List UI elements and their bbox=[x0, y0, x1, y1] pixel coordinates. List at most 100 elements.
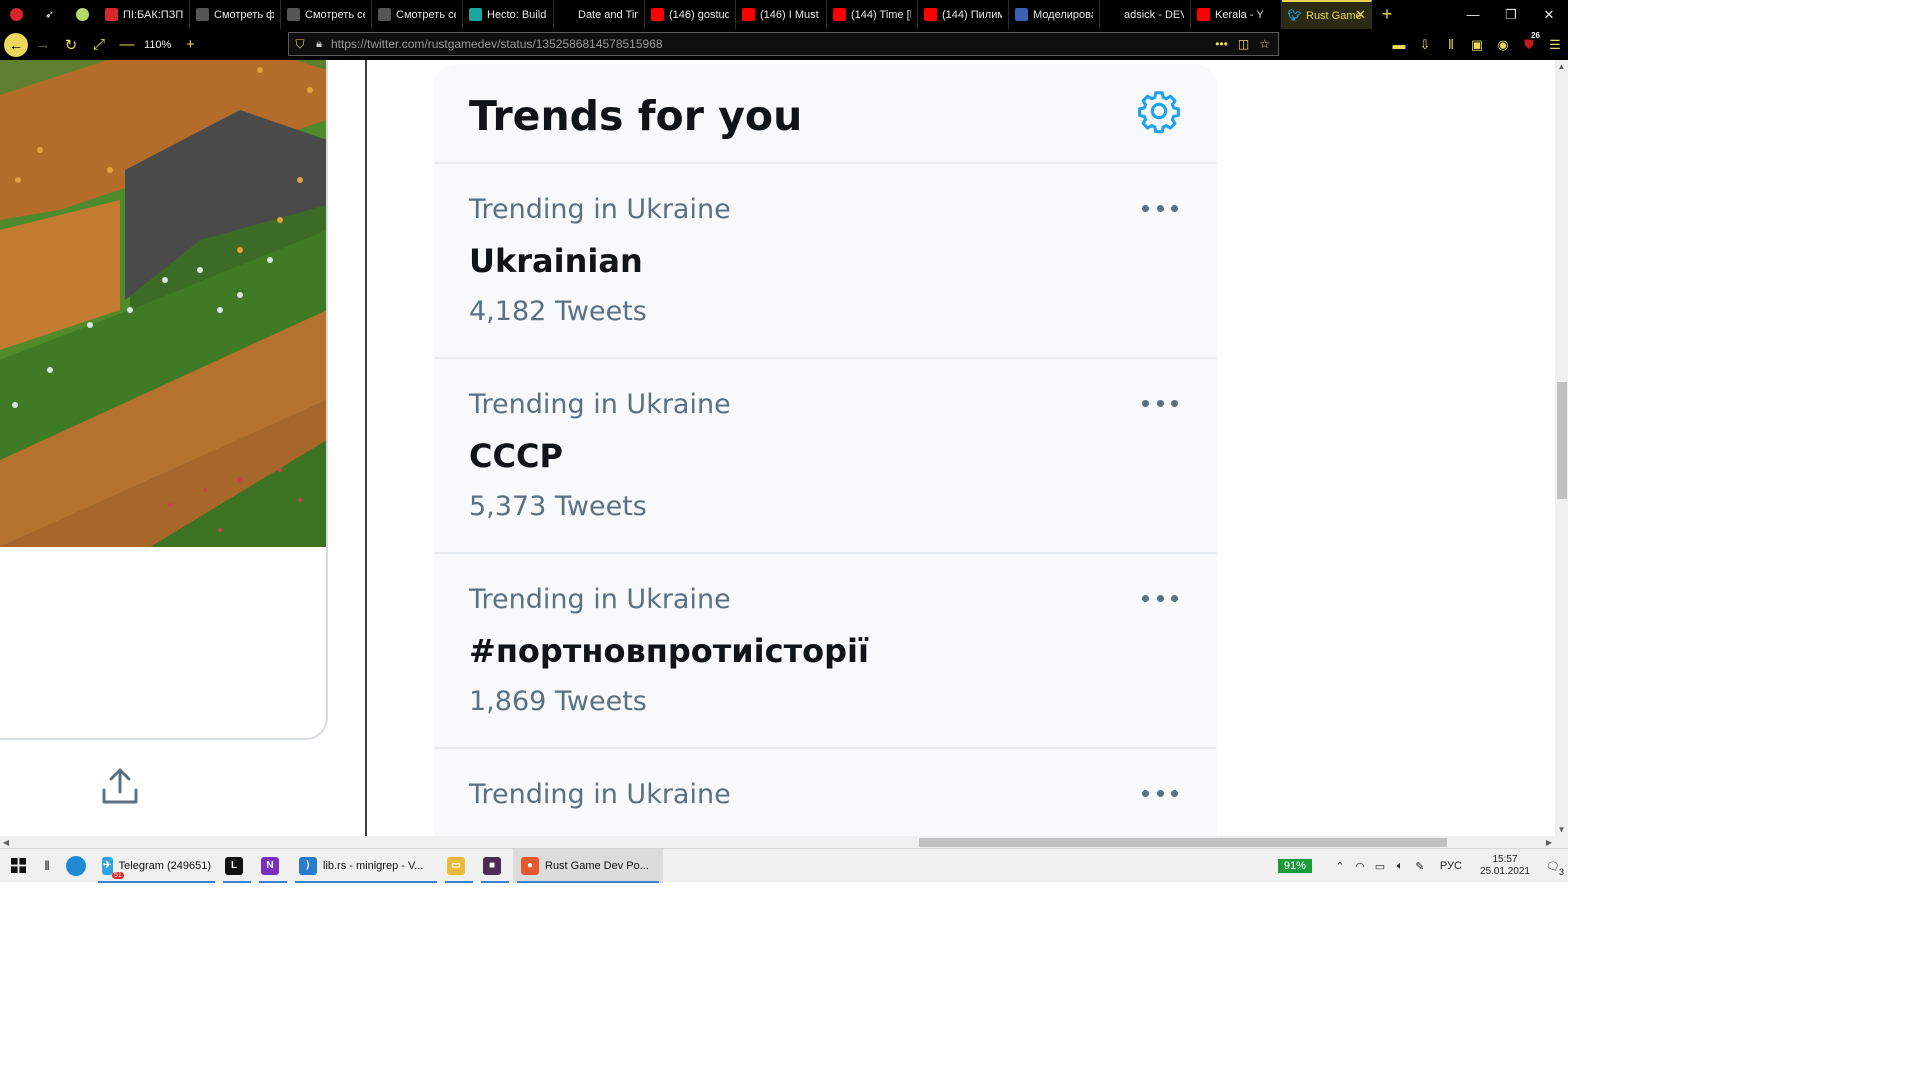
trends-title: Trends for you bbox=[469, 92, 803, 140]
horizontal-scrollbar[interactable]: ◀ ▶ bbox=[0, 836, 1568, 848]
taskbar-app[interactable]: ● Rust Game Dev Po... bbox=[513, 848, 663, 883]
pocket-icon[interactable]: ◫ bbox=[1238, 37, 1249, 51]
downloads-icon[interactable]: ⇩ bbox=[1412, 37, 1438, 53]
pinned-extension-icon[interactable]: ▬ bbox=[1386, 37, 1412, 52]
share-button[interactable] bbox=[100, 766, 140, 806]
browser-tab[interactable]: Смотреть се bbox=[281, 0, 372, 29]
taskbar-app[interactable]: ⟩ lib.rs - minigrep - V... bbox=[291, 849, 441, 883]
bookmark-star-icon[interactable]: ☆ bbox=[1259, 37, 1270, 51]
arrow-right-icon: → bbox=[35, 36, 51, 53]
browser-tab[interactable]: Моделирова bbox=[1009, 0, 1100, 29]
taskbar-app[interactable]: ✈ 51 Telegram (249651) bbox=[94, 849, 219, 883]
zoom-level[interactable]: 110% bbox=[140, 39, 175, 51]
more-options-icon[interactable] bbox=[1142, 397, 1178, 409]
address-bar[interactable]: ⛉ 🔒︎ https://twitter.com/rustgamedev/sta… bbox=[288, 32, 1279, 56]
menu-icon[interactable]: ☰ bbox=[1542, 37, 1568, 53]
trend-item[interactable]: Trending in Ukraine СССР 5,373 Tweets bbox=[434, 359, 1217, 554]
window-controls: — ❐ ✕ bbox=[1454, 0, 1568, 29]
clock-date: 25.01.2021 bbox=[1479, 866, 1530, 877]
tab-label: (144) Time [F bbox=[851, 8, 911, 21]
youtube-icon bbox=[742, 8, 755, 21]
library-icon[interactable]: ⫴ bbox=[1438, 37, 1464, 53]
pinned-tab-opera[interactable] bbox=[0, 0, 33, 29]
vertical-scrollbar[interactable]: ▲ ▼ bbox=[1555, 60, 1568, 836]
browser-tab[interactable]: Смотреть ф bbox=[190, 0, 281, 29]
browser-tab[interactable]: Kerala - Y bbox=[1191, 0, 1282, 29]
scroll-right-icon[interactable]: ▶ bbox=[1543, 836, 1555, 848]
ublock-icon[interactable]: ⛊ 26 bbox=[1516, 30, 1542, 53]
browser-tab[interactable]: (146) I Must bbox=[736, 0, 827, 29]
close-window-button[interactable]: ✕ bbox=[1530, 0, 1568, 29]
browser-tab[interactable]: ПІ:БАК:ПЗП bbox=[99, 0, 190, 29]
more-options-icon[interactable] bbox=[1142, 787, 1178, 799]
lock-icon[interactable]: 🔒︎ bbox=[311, 38, 327, 51]
tray-expand-icon[interactable]: ⌃ bbox=[1330, 860, 1350, 873]
browser-tab[interactable]: (144) Time [F bbox=[827, 0, 918, 29]
taskbar-app[interactable]: L bbox=[219, 849, 255, 883]
trend-item[interactable]: Trending in Ukraine #портновпротиісторії 1… bbox=[434, 554, 1217, 749]
url-text[interactable]: https://twitter.com/rustgamedev/status/1… bbox=[327, 37, 1215, 51]
zoom-out-button[interactable]: — bbox=[114, 32, 140, 58]
notification-center-icon[interactable]: 🗨︎ 3 bbox=[1538, 860, 1568, 877]
tab-label: Смотреть се bbox=[396, 8, 456, 21]
url-actions: ••• ◫ ☆ bbox=[1215, 37, 1278, 51]
taskbar-app[interactable]: N bbox=[255, 849, 291, 883]
trend-item[interactable]: Trending in Ukraine Ukrainian 4,182 Tweets bbox=[434, 164, 1217, 359]
browser-tab[interactable]: Date and Time D bbox=[554, 0, 645, 29]
more-options-icon[interactable] bbox=[1142, 202, 1178, 214]
minimize-button[interactable]: — bbox=[1454, 0, 1492, 29]
forward-button[interactable]: → bbox=[30, 32, 56, 58]
fullscreen-button[interactable]: ⤢ bbox=[86, 32, 112, 58]
scroll-left-icon[interactable]: ◀ bbox=[0, 836, 12, 848]
trend-list: Trending in Ukraine Ukrainian 4,182 Tweets… bbox=[434, 164, 1217, 836]
zoom-in-button[interactable]: + bbox=[177, 32, 203, 58]
language-indicator[interactable]: РУС bbox=[1440, 860, 1462, 872]
browser-tab[interactable]: adsick - DEV bbox=[1100, 0, 1191, 29]
tab-active[interactable]: 🐦︎ Rust Game Dev ✕ bbox=[1282, 0, 1372, 29]
restore-button[interactable]: ❐ bbox=[1492, 0, 1530, 29]
reload-button[interactable]: ↻ bbox=[58, 32, 84, 58]
pen-icon[interactable]: ✎ bbox=[1410, 860, 1430, 873]
app-icon: ⟩ bbox=[299, 856, 317, 875]
trends-header: Trends for you bbox=[434, 64, 1217, 164]
page-viewport: Trends for you Trending in Ukraine Ukrain… bbox=[0, 60, 1555, 836]
battery-widget[interactable]: 91% bbox=[1277, 859, 1312, 873]
tracking-shield-icon[interactable]: ⛉ bbox=[289, 37, 311, 52]
browser-tab[interactable]: (146) gostud bbox=[645, 0, 736, 29]
more-actions-icon[interactable]: ••• bbox=[1215, 37, 1228, 51]
app-badge: 51 bbox=[112, 871, 124, 879]
start-button[interactable] bbox=[0, 849, 36, 883]
browser-tab[interactable]: Смотреть се bbox=[372, 0, 463, 29]
pinned-tab-media[interactable]: ➶ bbox=[33, 0, 66, 29]
trend-context: Trending in Ukraine bbox=[469, 194, 731, 225]
settings-gear-icon[interactable] bbox=[1136, 88, 1182, 134]
scroll-down-icon[interactable]: ▼ bbox=[1555, 823, 1568, 836]
account-icon[interactable]: ◉ bbox=[1490, 37, 1516, 53]
pinned-tab-android[interactable] bbox=[66, 0, 99, 29]
tab-list: ПІ:БАК:ПЗП Смотреть ф Смотреть се Смотреть … bbox=[99, 0, 1282, 29]
scroll-up-icon[interactable]: ▲ bbox=[1555, 60, 1568, 73]
vertical-scroll-thumb[interactable] bbox=[1557, 382, 1567, 499]
task-view-button[interactable]: ‖ bbox=[36, 849, 58, 883]
trend-name: #портновпротиісторії bbox=[469, 632, 869, 670]
horizontal-scroll-thumb[interactable] bbox=[919, 838, 1447, 847]
edge-button[interactable] bbox=[58, 849, 94, 883]
sidebar-icon[interactable]: ▣ bbox=[1464, 37, 1490, 53]
network-icon[interactable]: ◠ bbox=[1350, 860, 1370, 873]
trend-item[interactable]: Trending in Ukraine bbox=[434, 749, 1217, 836]
youtube-icon bbox=[924, 8, 937, 21]
app-icon: L bbox=[225, 856, 243, 875]
taskbar-app[interactable]: ▭ bbox=[441, 849, 477, 883]
clock[interactable]: 15:57 25.01.2021 bbox=[1480, 854, 1530, 878]
tab-label: (146) gostud bbox=[669, 8, 729, 21]
hd-icon bbox=[378, 8, 391, 21]
back-button[interactable]: ← bbox=[4, 32, 28, 57]
battery-icon[interactable]: ▭ bbox=[1370, 860, 1390, 873]
more-options-icon[interactable] bbox=[1142, 592, 1178, 604]
volume-icon[interactable]: 🔈︎ bbox=[1390, 860, 1410, 873]
new-tab-button[interactable]: + bbox=[1372, 0, 1402, 29]
browser-tab[interactable]: Hecto: Build bbox=[463, 0, 554, 29]
taskbar-app[interactable]: ■ bbox=[477, 849, 513, 883]
browser-tab[interactable]: (144) Пилим bbox=[918, 0, 1009, 29]
close-tab-icon[interactable]: ✕ bbox=[1355, 7, 1366, 23]
